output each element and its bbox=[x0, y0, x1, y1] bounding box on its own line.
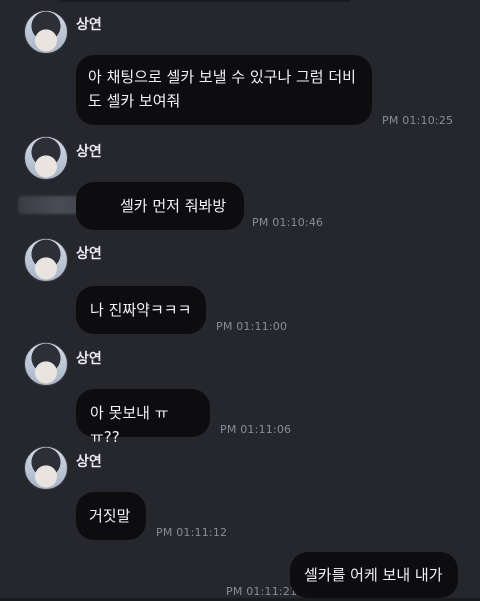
message-bubble[interactable]: 나 진짜약ㅋㅋㅋ bbox=[76, 286, 206, 334]
message-time: PM 01:11:12 bbox=[156, 526, 228, 539]
message-time: PM 01:10:46 bbox=[252, 216, 324, 229]
avatar[interactable] bbox=[24, 238, 68, 282]
chat-window: 상연 아 채팅으로 셀카 보낼 수 있구나 그럼 더비 도 셀카 보여줘 PM … bbox=[0, 0, 480, 601]
message-time: PM 01:11:00 bbox=[216, 320, 288, 333]
top-divider bbox=[60, 0, 350, 2]
message-time: PM 01:10:25 bbox=[382, 114, 454, 127]
sender-name: 상연 bbox=[76, 17, 102, 33]
message-bubble[interactable]: 아 못보내 ㅠㅠ?? bbox=[76, 389, 210, 446]
avatar[interactable] bbox=[24, 136, 68, 180]
sender-name: 상연 bbox=[76, 351, 102, 367]
avatar[interactable] bbox=[24, 10, 68, 54]
avatar[interactable] bbox=[24, 446, 68, 490]
message-bubble[interactable]: 셀카 먼저 줘봐방 bbox=[76, 182, 244, 230]
message-time: PM 01:11:21 bbox=[226, 585, 298, 598]
sender-name: 상연 bbox=[76, 144, 102, 160]
message-time: PM 01:11:06 bbox=[220, 423, 292, 436]
message-bubble[interactable]: 아 채팅으로 셀카 보낼 수 있구나 그럼 더비 도 셀카 보여줘 bbox=[76, 55, 372, 125]
message-bubble[interactable]: 거짓말 bbox=[76, 492, 146, 540]
sender-name: 상연 bbox=[76, 454, 102, 470]
sender-name: 상연 bbox=[76, 246, 102, 262]
message-bubble[interactable]: 셀카를 어케 보내 내가 bbox=[290, 552, 458, 598]
avatar[interactable] bbox=[24, 342, 68, 386]
